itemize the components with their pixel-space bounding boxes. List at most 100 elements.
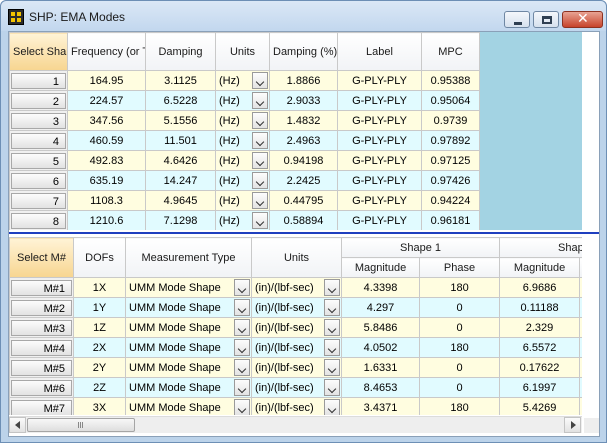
magnitude-cell-1[interactable]: 8.4653 xyxy=(341,377,420,398)
units-combo[interactable]: (Hz) xyxy=(215,150,270,171)
chevron-down-icon[interactable] xyxy=(324,299,340,316)
mpc-cell[interactable]: 0.97892 xyxy=(421,130,480,151)
minimize-button[interactable] xyxy=(504,11,530,28)
chevron-down-icon[interactable] xyxy=(324,359,340,376)
dof-cell[interactable]: 1X xyxy=(73,277,126,298)
dof-cell[interactable]: 2Z xyxy=(73,377,126,398)
select-shape-cell[interactable]: 7 xyxy=(9,190,68,211)
row-select-button[interactable]: M#4 xyxy=(11,339,72,356)
magnitude-cell-2[interactable]: 6.1997 xyxy=(499,377,581,398)
row-select-button[interactable]: 4 xyxy=(11,132,66,149)
frequency-header[interactable]: Frequency (or Time) xyxy=(67,32,146,71)
shape1-header[interactable]: Shape 1 xyxy=(340,237,501,258)
mpc-cell[interactable]: 0.95064 xyxy=(421,90,480,111)
damping-pct-cell[interactable]: 0.58894 xyxy=(269,210,338,230)
magnitude-cell-2[interactable]: 0.17622 xyxy=(499,357,581,378)
chevron-down-icon[interactable] xyxy=(252,152,268,169)
damping-cell[interactable]: 6.5228 xyxy=(145,90,216,111)
select-m-cell[interactable]: M#1 xyxy=(9,277,74,298)
damping-cell[interactable]: 14.247 xyxy=(145,170,216,191)
chevron-down-icon[interactable] xyxy=(252,92,268,109)
row-select-button[interactable]: M#7 xyxy=(11,399,72,415)
magnitude-cell-1[interactable]: 3.4371 xyxy=(341,397,420,415)
measurement-units-combo[interactable]: (in)/(lbf-sec) xyxy=(251,277,342,298)
row-select-button[interactable]: 8 xyxy=(11,212,66,229)
measurements-horizontal-scrollbar[interactable] xyxy=(9,416,582,433)
label-cell[interactable]: G-PLY-PLY xyxy=(337,70,422,91)
label-cell[interactable]: G-PLY-PLY xyxy=(337,90,422,111)
damping-pct-cell[interactable]: 1.8866 xyxy=(269,70,338,91)
mpc-cell[interactable]: 0.95388 xyxy=(421,70,480,91)
select-m-cell[interactable]: M#3 xyxy=(9,317,74,338)
measurement-type-combo[interactable]: UMM Mode Shape xyxy=(125,317,252,338)
measurement-type-combo[interactable]: UMM Mode Shape xyxy=(125,337,252,358)
dof-cell[interactable]: 3X xyxy=(73,397,126,415)
chevron-down-icon[interactable] xyxy=(324,339,340,356)
dof-cell[interactable]: 1Y xyxy=(73,297,126,318)
magnitude-cell-1[interactable]: 4.0502 xyxy=(341,337,420,358)
mpc-cell[interactable]: 0.97125 xyxy=(421,150,480,171)
label-cell[interactable]: G-PLY-PLY xyxy=(337,150,422,171)
magnitude-cell-1[interactable]: 4.297 xyxy=(341,297,420,318)
measurement-units-combo[interactable]: (in)/(lbf-sec) xyxy=(251,397,342,415)
chevron-down-icon[interactable] xyxy=(234,279,250,296)
select-shape-header[interactable]: Select Shape xyxy=(9,32,68,71)
row-select-button[interactable]: 7 xyxy=(11,192,66,209)
measurement-type-header[interactable]: Measurement Type xyxy=(125,237,252,278)
horizontal-scroll-thumb[interactable] xyxy=(27,418,135,432)
magnitude-cell-2[interactable]: 2.329 xyxy=(499,317,581,338)
chevron-down-icon[interactable] xyxy=(324,379,340,396)
select-shape-cell[interactable]: 5 xyxy=(9,150,68,171)
select-m-cell[interactable]: M#6 xyxy=(9,377,74,398)
mpc-cell[interactable]: 0.97426 xyxy=(421,170,480,191)
title-bar[interactable]: SHP: EMA Modes ✕ xyxy=(1,1,606,31)
units-combo[interactable]: (Hz) xyxy=(215,170,270,191)
select-shape-cell[interactable]: 3 xyxy=(9,110,68,131)
frequency-cell[interactable]: 164.95 xyxy=(67,70,146,91)
chevron-down-icon[interactable] xyxy=(252,212,268,229)
chevron-down-icon[interactable] xyxy=(234,399,250,415)
frequency-cell[interactable]: 224.57 xyxy=(67,90,146,111)
damping-pct-cell[interactable]: 0.44795 xyxy=(269,190,338,211)
damping-pct-cell[interactable]: 2.4963 xyxy=(269,130,338,151)
damping-cell[interactable]: 11.501 xyxy=(145,130,216,151)
damping-pct-cell[interactable]: 2.9033 xyxy=(269,90,338,111)
dof-cell[interactable]: 1Z xyxy=(73,317,126,338)
phase-cell-1[interactable]: 0 xyxy=(418,357,501,378)
row-select-button[interactable]: M#5 xyxy=(11,359,72,376)
measurement-type-combo[interactable]: UMM Mode Shape xyxy=(125,297,252,318)
phase-cell-1[interactable]: 180 xyxy=(418,277,501,298)
damping-cell[interactable]: 7.1298 xyxy=(145,210,216,230)
phase-cell-1[interactable]: 180 xyxy=(418,337,501,358)
dofs-header[interactable]: DOFs xyxy=(73,237,126,278)
chevron-down-icon[interactable] xyxy=(234,339,250,356)
measurement-units-combo[interactable]: (in)/(lbf-sec) xyxy=(251,357,342,378)
phase-cell-1[interactable]: 0 xyxy=(418,377,501,398)
row-select-button[interactable]: M#6 xyxy=(11,379,72,396)
pane-splitter[interactable] xyxy=(9,230,599,237)
damping-pct-cell[interactable]: 1.4832 xyxy=(269,110,338,131)
damping-cell[interactable]: 4.9645 xyxy=(145,190,216,211)
row-select-button[interactable]: 5 xyxy=(11,152,66,169)
chevron-down-icon[interactable] xyxy=(252,112,268,129)
label-cell[interactable]: G-PLY-PLY xyxy=(337,190,422,211)
measurement-units-combo[interactable]: (in)/(lbf-sec) xyxy=(251,317,342,338)
damping-pct-header[interactable]: Damping (%) xyxy=(269,32,338,71)
magnitude-header-2[interactable]: Magnitude xyxy=(499,257,581,278)
label-header[interactable]: Label xyxy=(337,32,422,71)
select-m-cell[interactable]: M#4 xyxy=(9,337,74,358)
scroll-right-button[interactable] xyxy=(564,417,581,433)
magnitude-header-1[interactable]: Magnitude xyxy=(341,257,420,278)
magnitude-cell-2[interactable]: 0.11188 xyxy=(499,297,581,318)
frequency-cell[interactable]: 635.19 xyxy=(67,170,146,191)
measurement-units-combo[interactable]: (in)/(lbf-sec) xyxy=(251,297,342,318)
mpc-header[interactable]: MPC xyxy=(421,32,480,71)
select-shape-cell[interactable]: 4 xyxy=(9,130,68,151)
damping-cell[interactable]: 3.1125 xyxy=(145,70,216,91)
magnitude-cell-1[interactable]: 4.3398 xyxy=(341,277,420,298)
chevron-down-icon[interactable] xyxy=(234,379,250,396)
label-cell[interactable]: G-PLY-PLY xyxy=(337,210,422,230)
measurement-units-combo[interactable]: (in)/(lbf-sec) xyxy=(251,377,342,398)
phase-cell-1[interactable]: 180 xyxy=(418,397,501,415)
chevron-down-icon[interactable] xyxy=(252,172,268,189)
